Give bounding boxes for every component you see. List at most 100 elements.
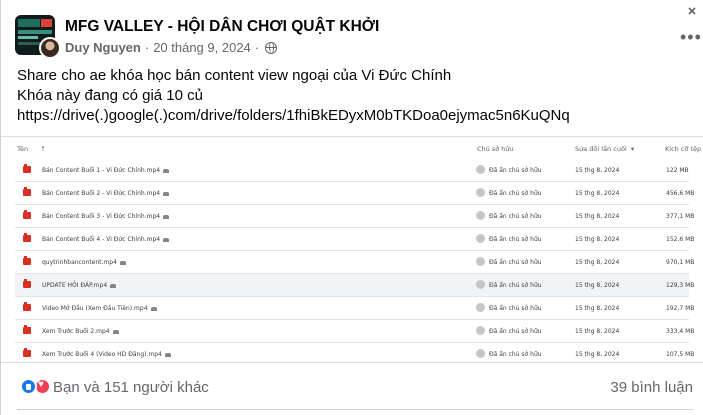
post-footer: Bạn và 151 người khác 39 bình luận [17,377,693,397]
shared-icon [163,168,170,173]
file-name[interactable]: Bán Content Buổi 1 - Vi Đức Chính.mp4 [42,167,170,174]
column-size-header[interactable]: Kích cỡ tệp [665,145,701,153]
video-file-icon [23,279,31,288]
file-name-text: Bán Content Buổi 1 - Vi Đức Chính.mp4 [42,167,161,174]
file-name-text: Video Mở Đầu (Xem Đầu Tiên).mp4 [42,305,148,312]
file-name-text: Bán Content Buổi 3 - Vi Đức Chính.mp4 [42,213,161,220]
group-avatar-art [41,19,52,27]
file-modified: 15 thg 8, 2024 [575,236,620,243]
post-link[interactable]: https://drive(.)google(.)com/drive/folde… [17,106,687,126]
file-size: 970,1 MB [666,259,695,266]
author-avatar[interactable] [39,37,61,59]
file-name-text: Xem Trước Buổi 2.mp4 [42,328,110,335]
drive-screenshot[interactable]: Tên ↑ Chủ sở hữu Sửa đổi lần cuối ▾ Kích… [1,136,703,363]
file-name[interactable]: Video Mở Đầu (Xem Đầu Tiên).mp4 [42,305,157,312]
video-file-icon [23,164,31,173]
file-name[interactable]: Bán Content Buổi 4 - Vi Đức Chính.mp4 [42,236,170,243]
owner-avatar-icon [476,257,485,266]
file-row[interactable]: quytrinhbancontent.mp4 Đã ẩn chủ sở hữu … [15,251,694,274]
post-meta: Duy Nguyen · 20 tháng 9, 2024 · [65,40,278,55]
file-size: 122 MB [666,167,689,174]
column-owner-header[interactable]: Chủ sở hữu [477,145,514,153]
shared-icon [150,306,157,311]
video-file-icon [23,302,31,311]
file-name[interactable]: UPDATE HỎI ĐÁP.mp4 [42,282,117,289]
file-modified: 15 thg 8, 2024 [575,259,620,266]
globe-icon[interactable] [265,41,278,54]
owner-avatar-icon [476,211,485,220]
file-modified: 15 thg 8, 2024 [575,190,620,197]
file-row[interactable]: Bán Content Buổi 3 - Vi Đức Chính.mp4 Đã… [15,205,694,228]
file-owner: Đã ẩn chủ sở hữu [489,236,542,243]
shared-icon [110,283,117,288]
file-modified: 15 thg 8, 2024 [575,328,620,335]
post-text-line: Khóa này đang có giá 10 củ [17,87,203,104]
group-avatar-art [18,36,38,39]
post-text-line: Share cho ae khóa học bán content view n… [17,67,452,84]
shared-icon [163,214,170,219]
shared-icon [163,191,170,196]
column-name-header[interactable]: Tên ↑ [17,145,46,153]
shared-icon [119,260,126,265]
file-row[interactable]: Xem Trước Buổi 4 (Video HD Đăng).mp4 Đã … [15,343,694,366]
file-modified: 15 thg 8, 2024 [575,305,620,312]
file-owner: Đã ẩn chủ sở hữu [489,305,542,312]
file-name[interactable]: Bán Content Buổi 2 - Vi Đức Chính.mp4 [42,190,170,197]
file-row[interactable]: UPDATE HỎI ĐÁP.mp4 Đã ẩn chủ sở hữu 15 t… [15,274,694,297]
post-header: MFG VALLEY - HỘI DÂN CHƠI QUẬT KHỞI Duy … [15,15,691,59]
file-owner: Đã ẩn chủ sở hữu [489,282,542,289]
column-modified-label: Sửa đổi lần cuối [575,145,627,153]
file-owner: Đã ẩn chủ sở hữu [489,213,542,220]
sort-down-icon[interactable]: ▾ [631,145,634,153]
more-icon[interactable]: ••• [680,28,702,46]
owner-avatar-icon [476,280,485,289]
file-name[interactable]: Xem Trước Buổi 2.mp4 [42,328,119,335]
file-row[interactable]: Video Mở Đầu (Xem Đầu Tiên).mp4 Đã ẩn ch… [15,297,694,320]
reactions-summary[interactable]: Bạn và 151 người khác [53,379,209,396]
owner-avatar-icon [476,303,485,312]
file-row[interactable]: Bán Content Buổi 4 - Vi Đức Chính.mp4 Đã… [15,228,694,251]
drive-table-header: Tên ↑ Chủ sở hữu Sửa đổi lần cuối ▾ Kích… [1,137,703,159]
file-name-text: Xem Trước Buổi 4 (Video HD Đăng).mp4 [42,351,162,358]
file-name-text: Bán Content Buổi 2 - Vi Đức Chính.mp4 [42,190,161,197]
sort-up-icon[interactable]: ↑ [40,145,45,153]
file-row[interactable]: Bán Content Buổi 2 - Vi Đức Chính.mp4 Đã… [15,182,694,205]
file-name[interactable]: Bán Content Buổi 3 - Vi Đức Chính.mp4 [42,213,170,220]
post-card: MFG VALLEY - HỘI DÂN CHƠI QUẬT KHỞI Duy … [0,0,703,415]
comments-count[interactable]: 39 bình luận [610,379,693,396]
meta-separator: · [254,40,260,55]
file-size: 377,1 MB [666,213,695,220]
column-modified-header[interactable]: Sửa đổi lần cuối ▾ [575,145,634,153]
file-size: 333,4 MB [666,328,695,335]
divider [17,409,693,410]
video-file-icon [23,233,31,242]
file-modified: 15 thg 8, 2024 [575,213,620,220]
file-name[interactable]: Xem Trước Buổi 4 (Video HD Đăng).mp4 [42,351,171,358]
video-file-icon [23,325,31,334]
video-file-icon [23,256,31,265]
owner-avatar-icon [476,234,485,243]
like-icon[interactable] [20,378,37,395]
file-size: 152,6 MB [666,236,695,243]
close-icon[interactable] [681,0,703,22]
video-file-icon [23,210,31,219]
file-row[interactable]: Bán Content Buổi 1 - Vi Đức Chính.mp4 Đã… [15,159,689,182]
shared-icon [163,237,170,242]
file-name-text: UPDATE HỎI ĐÁP.mp4 [42,282,108,289]
owner-avatar-icon [476,326,485,335]
author-name[interactable]: Duy Nguyen [65,40,141,55]
file-name-text: Bán Content Buổi 4 - Vi Đức Chính.mp4 [42,236,161,243]
group-name[interactable]: MFG VALLEY - HỘI DÂN CHƠI QUẬT KHỞI [65,18,379,36]
owner-avatar-icon [476,349,485,358]
file-size: 129,3 MB [666,282,695,289]
file-owner: Đã ẩn chủ sở hữu [489,328,542,335]
meta-separator: · [144,40,150,55]
file-modified: 15 thg 8, 2024 [575,167,620,174]
file-name[interactable]: quytrinhbancontent.mp4 [42,259,126,266]
shared-icon [112,329,119,334]
file-row[interactable]: Xem Trước Buổi 2.mp4 Đã ẩn chủ sở hữu 15… [15,320,694,343]
file-owner: Đã ẩn chủ sở hữu [489,190,542,197]
video-file-icon [23,348,31,357]
post-date[interactable]: 20 tháng 9, 2024 [153,40,251,55]
shared-icon [164,352,171,357]
